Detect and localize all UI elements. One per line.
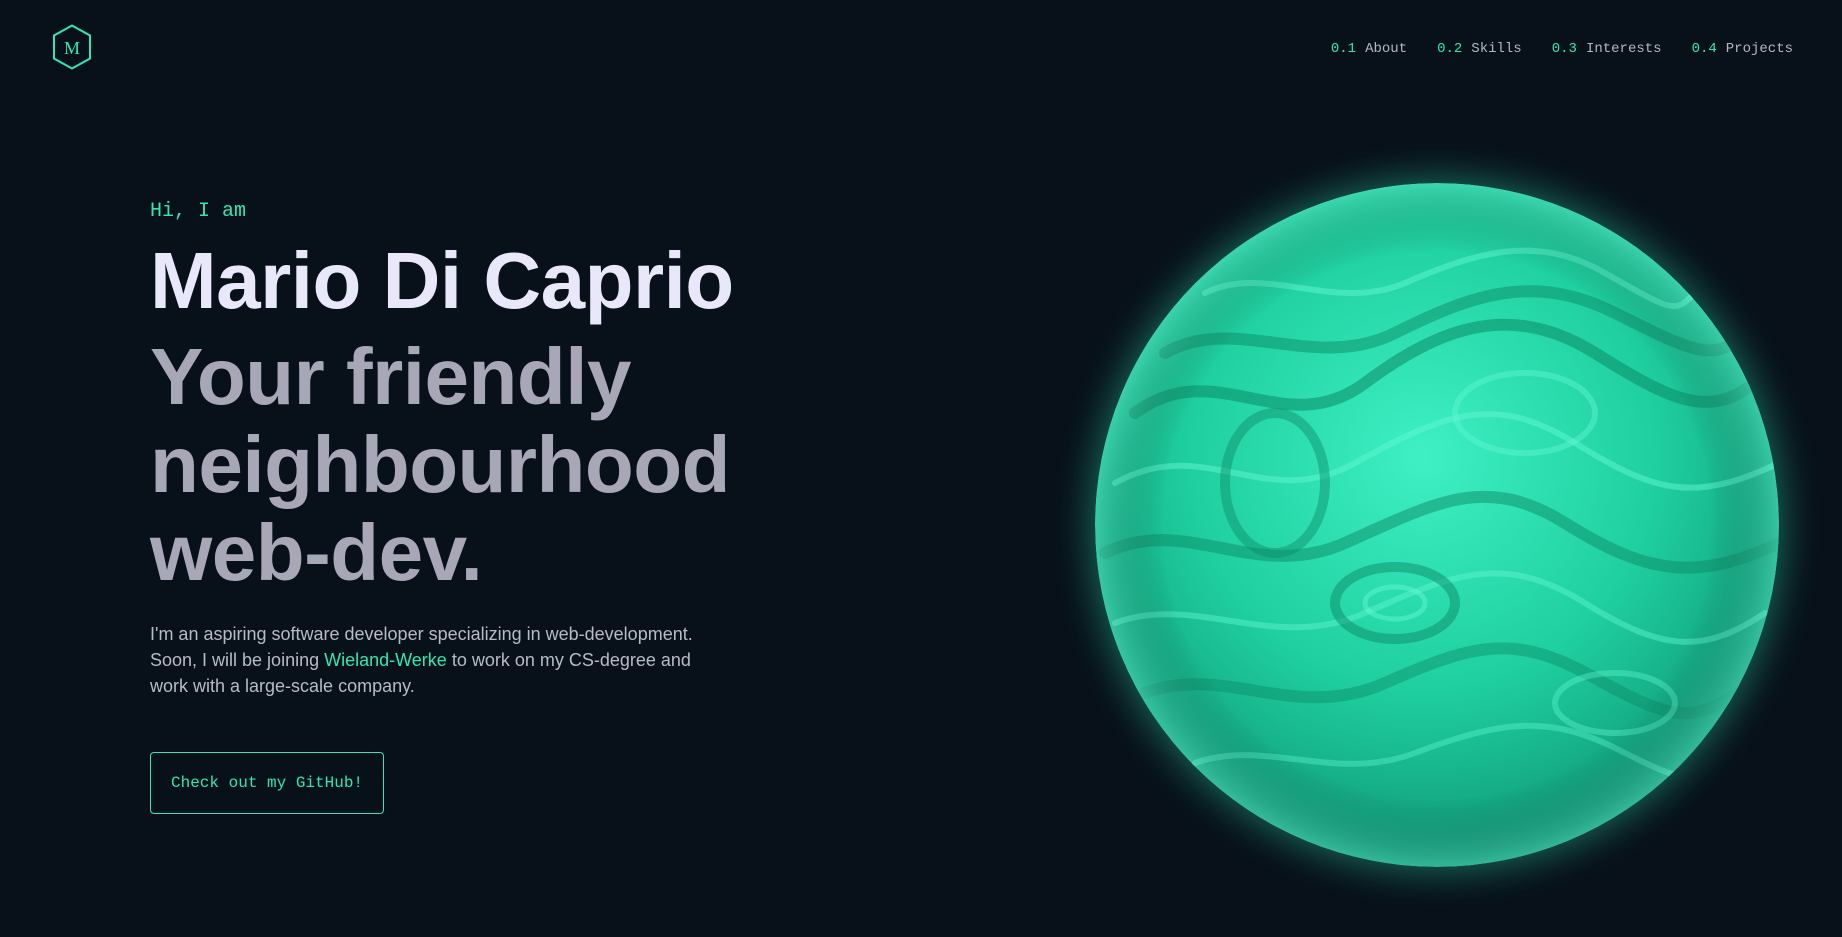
nav-item-about[interactable]: 0.1 About — [1331, 41, 1407, 57]
nav-item-label: Skills — [1471, 41, 1522, 57]
hero-section: Hi, I am Mario Di Caprio Your friendly n… — [150, 200, 770, 814]
nav-item-interests[interactable]: 0.3 Interests — [1552, 41, 1662, 57]
page: M 0.1 About 0.2 Skills 0.3 Interests 0.4… — [0, 0, 1842, 937]
green-3d-sphere-image — [1055, 143, 1819, 907]
hero-tagline: Your friendly neighbourhood web-dev. — [150, 333, 770, 597]
nav-item-number: 0.1 — [1330, 41, 1357, 57]
tagline-line-3: web-dev. — [150, 508, 483, 597]
nav-item-number: 0.4 — [1691, 41, 1717, 57]
nav-item-label: About — [1365, 41, 1408, 57]
nav-item-label: Projects — [1725, 41, 1793, 57]
top-nav: 0.1 About 0.2 Skills 0.3 Interests 0.4 P… — [1331, 41, 1793, 57]
nav-item-projects[interactable]: 0.4 Projects — [1692, 41, 1793, 57]
logo-letter: M — [63, 37, 80, 58]
tagline-line-2: neighbourhood — [150, 420, 731, 509]
sphere — [1095, 183, 1779, 867]
hexagon-logo-icon[interactable]: M — [52, 24, 92, 70]
nav-item-number: 0.2 — [1437, 41, 1463, 57]
tagline-line-1: Your friendly — [150, 332, 631, 421]
nav-item-number: 0.3 — [1551, 41, 1577, 57]
nav-item-skills[interactable]: 0.2 Skills — [1437, 41, 1522, 57]
intro-paragraph: I'm an aspiring software developer speci… — [150, 621, 710, 699]
hero-name: Mario Di Caprio — [150, 236, 734, 325]
github-button[interactable]: Check out my GitHub! — [150, 752, 385, 814]
nav-item-label: Interests — [1585, 41, 1662, 57]
wieland-werke-link[interactable]: Wieland-Werke — [324, 650, 447, 670]
greeting: Hi, I am — [150, 200, 247, 223]
